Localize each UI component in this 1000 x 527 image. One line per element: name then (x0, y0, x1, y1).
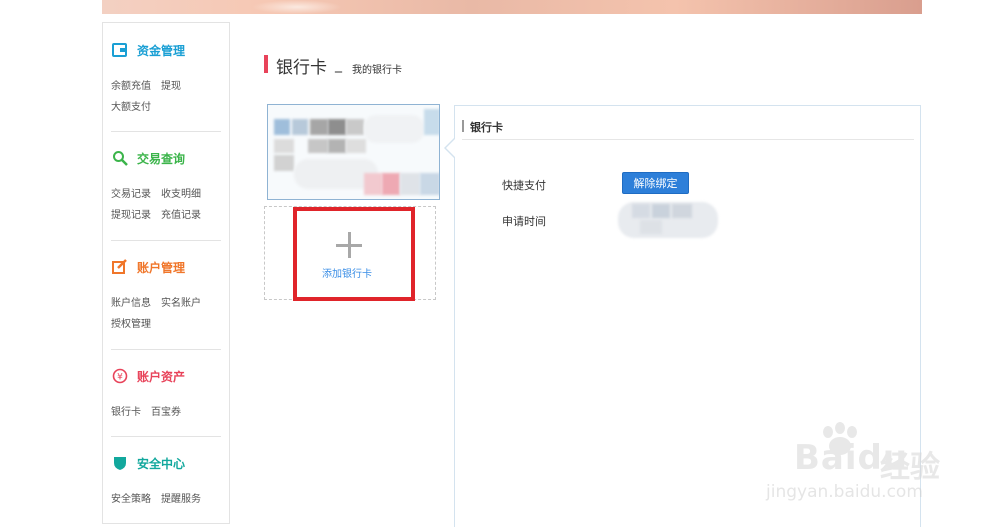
sidebar-link-withdraw-records[interactable]: 提现记录 (111, 206, 151, 221)
card-mask-block (400, 173, 420, 195)
unbind-button[interactable]: 解除绑定 (622, 172, 689, 194)
quick-pay-label: 快捷支付 (502, 179, 546, 192)
sidebar-link-coupons[interactable]: 百宝券 (151, 403, 181, 418)
sidebar-link-large-payment[interactable]: 大额支付 (111, 98, 151, 113)
title-accent-bar (264, 55, 268, 73)
card-mask-block (382, 173, 400, 195)
sidebar-heading-account[interactable]: 账户管理 (111, 258, 185, 276)
sidebar-heading-funds[interactable]: 资金管理 (111, 41, 185, 59)
card-mask-block (274, 139, 294, 153)
shield-icon (111, 454, 129, 472)
sidebar-divider (111, 240, 221, 241)
card-mask-block (420, 173, 439, 195)
card-mask-block (424, 109, 439, 135)
yuan-circle-icon: ¥ (111, 367, 129, 385)
card-mask-block (328, 119, 346, 135)
sidebar-heading-assets[interactable]: ¥ 账户资产 (111, 367, 185, 385)
card-mask-block (308, 139, 328, 153)
banner-highlight (252, 0, 342, 14)
sidebar-link-income-details[interactable]: 收支明细 (161, 185, 201, 200)
sidebar-link-authorization[interactable]: 授权管理 (111, 315, 151, 330)
sidebar-heading-security[interactable]: 安全中心 (111, 454, 185, 472)
sidebar-link-recharge-records[interactable]: 充值记录 (161, 206, 201, 221)
page-title: 银行卡 (276, 58, 327, 78)
sidebar-title-assets: 账户资产 (137, 369, 186, 384)
sidebar: 资金管理 余额充值 提现 大额支付 交易查询 交易记录 收支明细 提现记录 充值… (102, 22, 230, 524)
sidebar-link-recharge[interactable]: 余额充值 (111, 77, 151, 92)
card-mask-block (274, 155, 294, 171)
watermark-url: jingyan.baidu.com (766, 482, 923, 502)
panel-pointer-inner (446, 138, 456, 158)
card-mask-block (346, 119, 364, 135)
svg-text:¥: ¥ (117, 373, 123, 383)
sidebar-heading-transactions[interactable]: 交易查询 (111, 149, 185, 167)
top-banner-image (102, 0, 922, 14)
detail-divider (462, 139, 914, 140)
card-mask-block (310, 119, 328, 135)
sidebar-link-security-policy[interactable]: 安全策略 (111, 490, 151, 505)
card-mask-block (364, 115, 424, 143)
sidebar-title-account: 账户管理 (137, 260, 186, 275)
card-mask-block (328, 139, 346, 153)
edit-icon (111, 258, 129, 276)
sidebar-title-security: 安全中心 (137, 456, 186, 471)
title-separator: _ (335, 57, 342, 73)
sidebar-title-transactions: 交易查询 (137, 151, 186, 166)
sidebar-link-reminders[interactable]: 提醒服务 (161, 490, 201, 505)
sidebar-divider (111, 131, 221, 132)
highlight-annotation-box (293, 207, 415, 301)
sidebar-link-account-info[interactable]: 账户信息 (111, 294, 151, 309)
page-subtitle: 我的银行卡 (352, 65, 402, 76)
sidebar-link-real-name[interactable]: 实名账户 (161, 294, 201, 309)
card-mask-block (346, 139, 366, 153)
detail-heading-bar (462, 120, 464, 132)
page: 资金管理 余额充值 提现 大额支付 交易查询 交易记录 收支明细 提现记录 充值… (0, 0, 1000, 527)
wallet-icon (111, 41, 129, 59)
sidebar-link-withdraw[interactable]: 提现 (161, 77, 181, 92)
apply-time-label: 申请时间 (502, 215, 546, 228)
sidebar-link-bank-card[interactable]: 银行卡 (111, 403, 141, 418)
detail-heading: 银行卡 (470, 121, 503, 134)
card-logo-blur (274, 119, 290, 135)
watermark-brand-bai: Bai (794, 438, 858, 478)
sidebar-divider (111, 436, 221, 437)
baidu-watermark: Baidu 经验 jingyan.baidu.com (762, 420, 952, 510)
sidebar-link-trade-records[interactable]: 交易记录 (111, 185, 151, 200)
card-mask-block (292, 119, 308, 135)
search-icon (111, 149, 129, 167)
sidebar-title-funds: 资金管理 (137, 43, 186, 58)
bank-card-item[interactable] (267, 104, 440, 200)
watermark-cn: 经验 (880, 450, 940, 485)
sidebar-divider (111, 349, 221, 350)
card-mask-block (364, 173, 382, 195)
